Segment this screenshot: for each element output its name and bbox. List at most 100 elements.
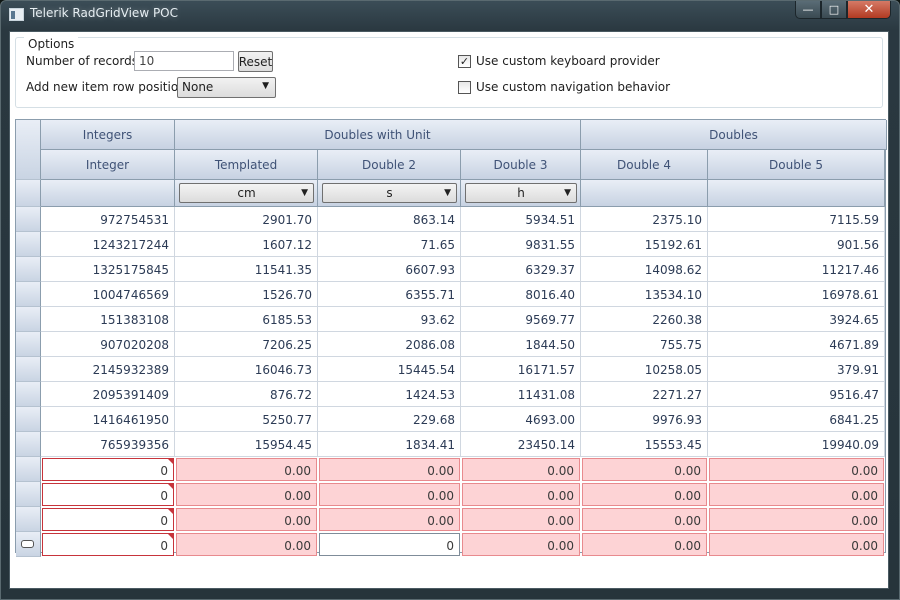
table-cell[interactable]: 11541.35 xyxy=(175,257,318,282)
invalid-cell[interactable]: 0.00 xyxy=(176,533,317,556)
row-indicator[interactable] xyxy=(16,432,41,457)
invalid-cell[interactable]: 0.00 xyxy=(319,508,460,531)
table-cell[interactable]: 10258.05 xyxy=(581,357,708,382)
column-header[interactable]: Double 5 xyxy=(708,150,885,180)
invalid-cell[interactable]: 0.00 xyxy=(176,483,317,506)
maximize-button[interactable]: □ xyxy=(821,1,847,19)
table-cell[interactable]: 11431.08 xyxy=(461,382,581,407)
table-cell[interactable]: 16046.73 xyxy=(175,357,318,382)
invalid-cell[interactable]: 0.00 xyxy=(582,508,707,531)
table-cell[interactable]: 755.75 xyxy=(581,332,708,357)
table-cell[interactable]: 7115.59 xyxy=(708,207,885,232)
table-cell[interactable]: 71.65 xyxy=(318,232,461,257)
table-cell[interactable]: 1844.50 xyxy=(461,332,581,357)
invalid-cell[interactable]: 0.00 xyxy=(462,508,580,531)
invalid-cell[interactable]: 0 xyxy=(42,458,174,481)
unit-filter-combo[interactable]: s ▼ xyxy=(322,183,457,203)
column-header[interactable]: Templated xyxy=(175,150,318,180)
table-cell[interactable]: 229.68 xyxy=(318,407,461,432)
invalid-cell[interactable]: 0 xyxy=(42,533,174,556)
column-header[interactable]: Integer xyxy=(41,150,175,180)
table-cell[interactable]: 972754531 xyxy=(41,207,175,232)
row-indicator[interactable] xyxy=(16,332,41,357)
records-input[interactable]: 10 xyxy=(134,51,234,71)
invalid-cell[interactable]: 0.00 xyxy=(462,458,580,481)
invalid-cell[interactable]: 0.00 xyxy=(709,508,884,531)
reset-button[interactable]: Reset xyxy=(238,51,273,72)
table-cell[interactable]: 2901.70 xyxy=(175,207,318,232)
table-cell[interactable]: 15553.45 xyxy=(581,432,708,457)
table-cell[interactable]: 5250.77 xyxy=(175,407,318,432)
row-position-combo[interactable]: None ▼ xyxy=(177,77,276,98)
invalid-cell[interactable]: 0 xyxy=(319,533,460,556)
table-cell[interactable]: 6185.53 xyxy=(175,307,318,332)
table-cell[interactable]: 93.62 xyxy=(318,307,461,332)
unit-filter-combo[interactable]: h ▼ xyxy=(465,183,577,203)
table-cell[interactable]: 2145932389 xyxy=(41,357,175,382)
row-indicator[interactable] xyxy=(16,407,41,432)
table-cell[interactable]: 1607.12 xyxy=(175,232,318,257)
table-cell[interactable]: 11217.46 xyxy=(708,257,885,282)
invalid-cell[interactable]: 0.00 xyxy=(582,458,707,481)
table-cell[interactable]: 6355.71 xyxy=(318,282,461,307)
table-cell[interactable]: 19940.09 xyxy=(708,432,885,457)
row-indicator[interactable] xyxy=(16,207,41,232)
row-indicator[interactable] xyxy=(16,357,41,382)
table-cell[interactable]: 7206.25 xyxy=(175,332,318,357)
table-cell[interactable]: 9516.47 xyxy=(708,382,885,407)
table-cell[interactable]: 151383108 xyxy=(41,307,175,332)
column-header[interactable]: Double 4 xyxy=(581,150,708,180)
row-indicator[interactable] xyxy=(16,382,41,407)
invalid-cell[interactable]: 0.00 xyxy=(709,458,884,481)
table-cell[interactable]: 6841.25 xyxy=(708,407,885,432)
row-indicator[interactable] xyxy=(16,282,41,307)
table-cell[interactable]: 14098.62 xyxy=(581,257,708,282)
table-cell[interactable]: 1243217244 xyxy=(41,232,175,257)
table-cell[interactable]: 5934.51 xyxy=(461,207,581,232)
table-cell[interactable]: 23450.14 xyxy=(461,432,581,457)
table-cell[interactable]: 1004746569 xyxy=(41,282,175,307)
table-cell[interactable]: 8016.40 xyxy=(461,282,581,307)
invalid-cell[interactable]: 0 xyxy=(42,483,174,506)
table-cell[interactable]: 876.72 xyxy=(175,382,318,407)
invalid-cell[interactable]: 0.00 xyxy=(582,483,707,506)
table-cell[interactable]: 1325175845 xyxy=(41,257,175,282)
table-cell[interactable]: 15192.61 xyxy=(581,232,708,257)
minimize-button[interactable]: — xyxy=(795,1,821,19)
column-header[interactable]: Double 2 xyxy=(318,150,461,180)
table-cell[interactable]: 2271.27 xyxy=(581,382,708,407)
table-cell[interactable]: 4671.89 xyxy=(708,332,885,357)
invalid-cell[interactable]: 0.00 xyxy=(709,483,884,506)
table-cell[interactable]: 15954.45 xyxy=(175,432,318,457)
row-indicator[interactable] xyxy=(16,307,41,332)
table-cell[interactable]: 6329.37 xyxy=(461,257,581,282)
invalid-cell[interactable]: 0 xyxy=(42,508,174,531)
unit-filter-combo[interactable]: cm ▼ xyxy=(179,183,314,203)
table-cell[interactable]: 863.14 xyxy=(318,207,461,232)
rad-grid-view[interactable]: Integers Doubles with Unit Doubles Integer T… xyxy=(15,119,887,557)
group-header-doubles[interactable]: Doubles xyxy=(581,120,887,150)
table-cell[interactable]: 9976.93 xyxy=(581,407,708,432)
invalid-cell[interactable]: 0.00 xyxy=(319,483,460,506)
table-cell[interactable]: 2375.10 xyxy=(581,207,708,232)
table-cell[interactable]: 16171.57 xyxy=(461,357,581,382)
row-indicator[interactable] xyxy=(16,232,41,257)
row-indicator[interactable] xyxy=(16,532,41,557)
table-cell[interactable]: 13534.10 xyxy=(581,282,708,307)
invalid-cell[interactable]: 0.00 xyxy=(319,458,460,481)
table-cell[interactable]: 9831.55 xyxy=(461,232,581,257)
group-header-doubles-with-unit[interactable]: Doubles with Unit xyxy=(175,120,581,150)
table-cell[interactable]: 4693.00 xyxy=(461,407,581,432)
invalid-cell[interactable]: 0.00 xyxy=(582,533,707,556)
table-cell[interactable]: 2260.38 xyxy=(581,307,708,332)
row-indicator[interactable] xyxy=(16,482,41,507)
table-cell[interactable]: 2095391409 xyxy=(41,382,175,407)
table-cell[interactable]: 765939356 xyxy=(41,432,175,457)
invalid-cell[interactable]: 0.00 xyxy=(709,533,884,556)
table-cell[interactable]: 1424.53 xyxy=(318,382,461,407)
row-indicator[interactable] xyxy=(16,507,41,532)
invalid-cell[interactable]: 0.00 xyxy=(462,533,580,556)
table-cell[interactable]: 907020208 xyxy=(41,332,175,357)
keyboard-provider-checkbox[interactable]: ✓ xyxy=(458,55,471,68)
table-cell[interactable]: 6607.93 xyxy=(318,257,461,282)
